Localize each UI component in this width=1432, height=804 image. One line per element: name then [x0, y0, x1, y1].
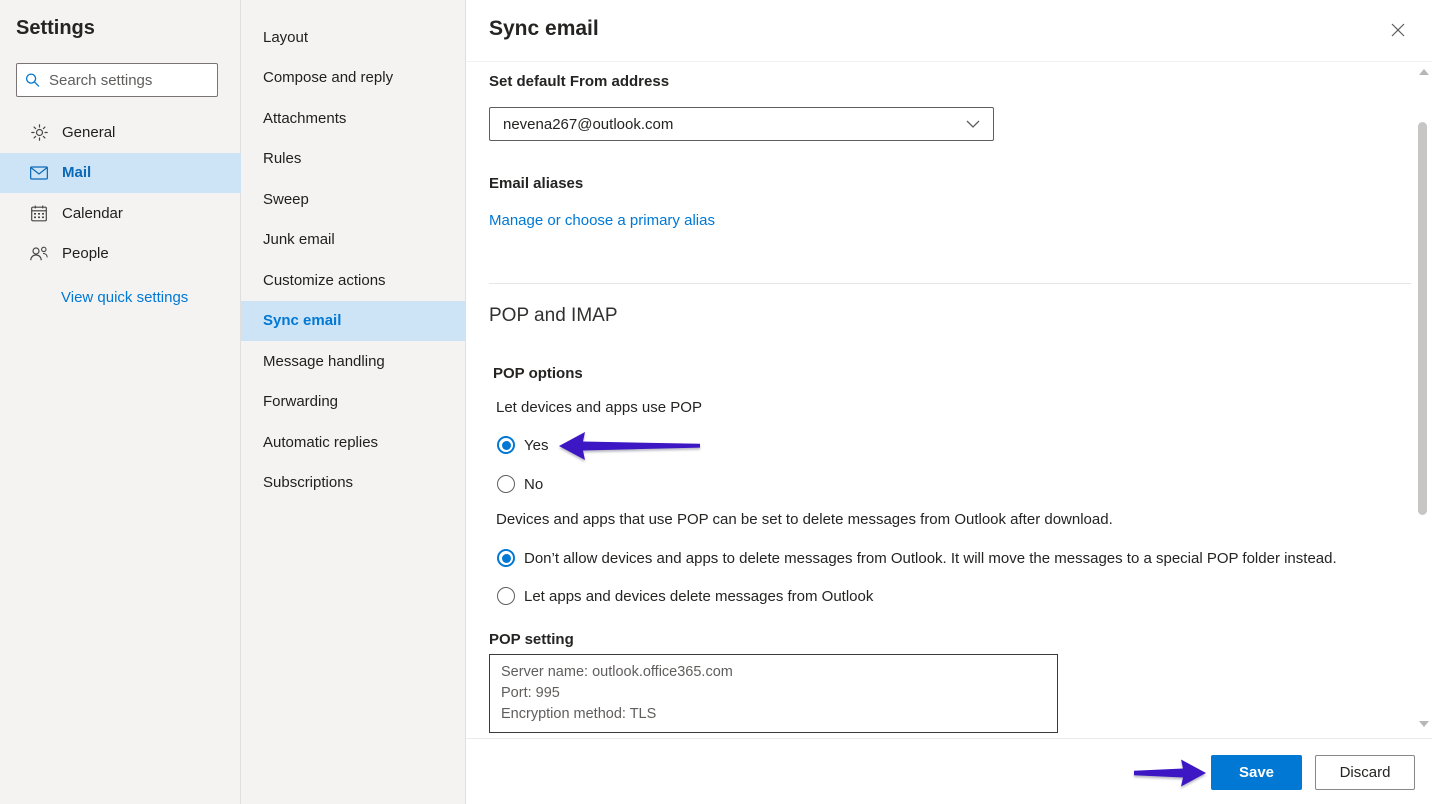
pop-options-label: POP options: [493, 365, 583, 382]
radio-label: Let apps and devices delete messages fro…: [524, 588, 873, 605]
pop-setting-label: POP setting: [489, 631, 574, 648]
pop-no-option[interactable]: No: [497, 475, 543, 493]
close-icon: [1391, 23, 1405, 37]
view-quick-settings-link[interactable]: View quick settings: [61, 289, 188, 306]
discard-button[interactable]: Discard: [1315, 755, 1415, 790]
default-from-address-label: Set default From address: [489, 73, 669, 90]
page-title: Sync email: [489, 17, 599, 41]
sidebar-item-general[interactable]: General: [0, 112, 241, 153]
radio-unselected-icon[interactable]: [497, 587, 515, 605]
email-aliases-label: Email aliases: [489, 175, 583, 192]
gear-icon: [30, 124, 48, 140]
vertical-scrollbar[interactable]: [1415, 63, 1432, 738]
search-settings-box[interactable]: [16, 63, 218, 97]
pop-delete-description: Devices and apps that use POP can be set…: [496, 511, 1113, 528]
radio-selected-icon[interactable]: [497, 436, 515, 454]
subnav-item-subscriptions[interactable]: Subscriptions: [241, 463, 466, 504]
pop-setting-box: Server name: outlook.office365.com Port:…: [489, 654, 1058, 733]
sidebar-item-calendar[interactable]: Calendar: [0, 193, 241, 234]
save-button[interactable]: Save: [1211, 755, 1302, 790]
subnav-item-customize-actions[interactable]: Customize actions: [241, 260, 466, 301]
subnav-item-layout[interactable]: Layout: [241, 17, 466, 58]
settings-title: Settings: [16, 17, 95, 40]
annotation-arrow-yes: [557, 429, 702, 465]
close-button[interactable]: [1386, 18, 1410, 42]
pop-port: Port: 995: [501, 683, 1046, 704]
subnav-item-automatic-replies[interactable]: Automatic replies: [241, 422, 466, 463]
radio-label: No: [524, 476, 543, 493]
sidebar-item-label: Mail: [62, 164, 91, 181]
subnav-item-rules[interactable]: Rules: [241, 139, 466, 180]
pop-and-imap-heading: POP and IMAP: [489, 305, 618, 327]
people-icon: [30, 246, 48, 262]
search-icon: [25, 72, 40, 88]
sidebar-item-people[interactable]: People: [0, 234, 241, 275]
sidebar-item-mail[interactable]: Mail: [0, 153, 241, 194]
scrollbar-thumb[interactable]: [1418, 122, 1427, 515]
subnav-item-message-handling[interactable]: Message handling: [241, 341, 466, 382]
radio-selected-icon[interactable]: [497, 549, 515, 567]
mail-icon: [30, 165, 48, 181]
settings-nav: General Mail: [0, 112, 241, 274]
outlook-settings-window: Settings: [0, 0, 1432, 804]
annotation-arrow-save: [1132, 756, 1208, 790]
from-address-value: nevena267@outlook.com: [503, 116, 673, 133]
dont-allow-delete-option[interactable]: Don’t allow devices and apps to delete m…: [497, 549, 1337, 567]
sidebar-item-label: Calendar: [62, 205, 123, 222]
pop-server-name: Server name: outlook.office365.com: [501, 662, 1046, 683]
from-address-dropdown[interactable]: nevena267@outlook.com: [489, 107, 994, 141]
let-apps-delete-option[interactable]: Let apps and devices delete messages fro…: [497, 587, 873, 605]
settings-sidebar: Settings: [0, 0, 241, 804]
scroll-up-icon[interactable]: [1419, 69, 1429, 75]
manage-alias-link[interactable]: Manage or choose a primary alias: [489, 212, 715, 229]
subnav-item-sweep[interactable]: Sweep: [241, 179, 466, 220]
subnav-item-forwarding[interactable]: Forwarding: [241, 382, 466, 423]
chevron-down-icon: [966, 120, 980, 128]
panel-footer: Save Discard: [466, 738, 1432, 804]
radio-unselected-icon[interactable]: [497, 475, 515, 493]
use-pop-label: Let devices and apps use POP: [496, 399, 702, 416]
radio-label: Yes: [524, 437, 548, 454]
subnav-item-compose-and-reply[interactable]: Compose and reply: [241, 58, 466, 99]
section-divider: [489, 283, 1411, 284]
mail-settings-subnav: Layout Compose and reply Attachments Rul…: [241, 0, 466, 804]
pop-yes-option[interactable]: Yes: [497, 436, 548, 454]
subnav-item-attachments[interactable]: Attachments: [241, 98, 466, 139]
sync-email-panel: Sync email Set default From address neve…: [466, 0, 1432, 804]
subnav-item-sync-email[interactable]: Sync email: [241, 301, 466, 342]
pop-encryption: Encryption method: TLS: [501, 704, 1046, 725]
panel-header: Sync email: [466, 0, 1432, 62]
calendar-icon: [30, 205, 48, 221]
mail-subnav-list: Layout Compose and reply Attachments Rul…: [241, 17, 466, 503]
subnav-item-junk-email[interactable]: Junk email: [241, 220, 466, 261]
radio-label: Don’t allow devices and apps to delete m…: [524, 550, 1337, 567]
scroll-down-icon[interactable]: [1419, 721, 1429, 727]
sidebar-item-label: General: [62, 124, 115, 141]
search-settings-input[interactable]: [49, 72, 209, 89]
sidebar-item-label: People: [62, 245, 109, 262]
